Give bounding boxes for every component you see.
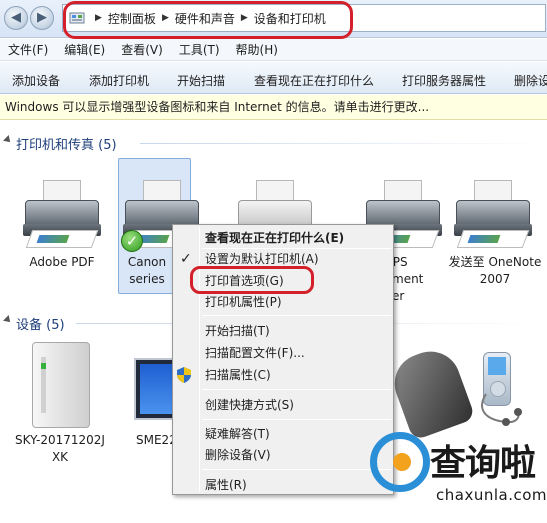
print-server-properties-button[interactable]: 打印服务器属性 <box>402 72 486 89</box>
checkmark-icon: ✓ <box>180 251 192 267</box>
menu-item-see-whats-printing[interactable]: 查看现在正在打印什么(E) <box>205 228 344 248</box>
menu-tools[interactable]: 工具(T) <box>171 41 228 58</box>
menu-item-create-shortcut[interactable]: 创建快捷方式(S) <box>205 395 294 415</box>
menu-separator <box>202 419 391 420</box>
default-check-icon: ✓ <box>121 230 143 252</box>
computer-icon <box>32 342 90 428</box>
printer-label-line2: 2007 <box>479 272 511 286</box>
collapse-icon <box>3 315 13 325</box>
menu-separator <box>202 389 391 390</box>
command-toolbar: 添加设备 添加打印机 开始扫描 查看现在正在打印什么 打印服务器属性 删除设 <box>0 62 547 94</box>
uac-shield-icon <box>177 367 191 383</box>
menu-separator <box>202 469 391 470</box>
add-device-button[interactable]: 添加设备 <box>12 72 60 89</box>
menu-edit[interactable]: 编辑(E) <box>56 41 113 58</box>
printing-preferences-highlight-ring <box>190 266 314 294</box>
watermark-text: 查询啦 <box>430 443 536 484</box>
device-label-line2: XK <box>51 450 69 464</box>
menu-item-troubleshoot[interactable]: 疑难解答(T) <box>205 424 270 444</box>
remove-device-button[interactable]: 删除设 <box>514 72 547 89</box>
device-label: SKY-20171202J <box>15 433 105 447</box>
printer-icon <box>21 180 103 250</box>
printer-label-line2: ment <box>392 272 424 286</box>
mouse-icon[interactable] <box>386 343 476 441</box>
start-scan-button[interactable]: 开始扫描 <box>177 72 225 89</box>
printer-label: 发送至 OneNote <box>448 255 542 269</box>
menu-item-scan-properties[interactable]: 扫描属性(C) <box>205 365 271 385</box>
address-bar-row: ◀ ▶ ▶ 控制面板 ▶ 硬件和声音 ▶ 设备和打印机 <box>0 0 547 39</box>
see-whats-printing-button[interactable]: 查看现在正在打印什么 <box>254 72 374 89</box>
forward-button[interactable]: ▶ <box>30 6 54 30</box>
menu-item-remove-device[interactable]: 删除设备(V) <box>205 445 271 465</box>
menu-item-properties[interactable]: 属性(R) <box>205 475 247 495</box>
info-bar[interactable]: Windows 可以显示增强型设备图标和来自 Internet 的信息。请单击进… <box>0 95 547 120</box>
menu-item-start-scan[interactable]: 开始扫描(T) <box>205 321 270 341</box>
watermark-url: chaxunla.com <box>436 486 547 504</box>
menu-file[interactable]: 文件(F) <box>0 41 56 58</box>
devices-section-title: 设备 (5) <box>16 318 65 333</box>
collapse-icon <box>3 135 13 145</box>
breadcrumb-highlight-ring <box>63 1 353 39</box>
menu-separator <box>202 315 391 316</box>
section-divider <box>140 143 547 144</box>
menu-view[interactable]: 查看(V) <box>113 41 171 58</box>
menu-bar: 文件(F) 编辑(E) 查看(V) 工具(T) 帮助(H) <box>0 39 547 61</box>
printers-section-title: 打印机和传真 (5) <box>16 138 117 153</box>
printers-section-header[interactable]: 打印机和传真 (5) <box>0 133 547 153</box>
add-printer-button[interactable]: 添加打印机 <box>89 72 149 89</box>
back-button[interactable]: ◀ <box>4 6 28 30</box>
menu-item-scan-profiles[interactable]: 扫描配置文件(F)... <box>205 343 305 363</box>
printer-label-line3: er <box>392 289 405 303</box>
menu-item-printer-properties[interactable]: 打印机属性(P) <box>205 292 282 312</box>
device-computer[interactable]: SKY-20171202J XK <box>8 338 112 468</box>
printer-send-to-onenote[interactable]: 发送至 OneNote 2007 <box>440 176 547 286</box>
menu-help[interactable]: 帮助(H) <box>228 41 286 58</box>
earphones-icon <box>481 393 522 426</box>
watermark-logo: 查询啦 chaxunla.com <box>370 430 547 520</box>
printer-icon <box>452 180 534 250</box>
magnifier-logo-icon <box>370 432 430 492</box>
